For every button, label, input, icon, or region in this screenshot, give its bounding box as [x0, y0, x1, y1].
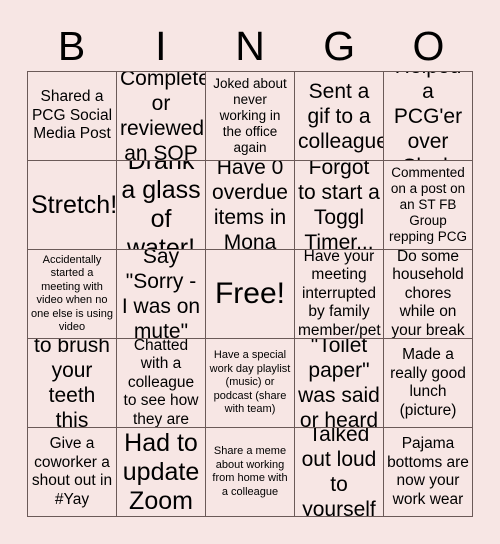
- bingo-cell[interactable]: Chatted with a colleague to see how they…: [117, 339, 206, 428]
- bingo-cell-label: Drank a glass of water!: [121, 161, 201, 250]
- bingo-cell-label: Made a really good lunch (picture): [390, 346, 466, 419]
- bingo-cell-label: Give a coworker a shout out in #Yay: [31, 435, 113, 508]
- bingo-cell[interactable]: Made a really good lunch (picture): [384, 339, 473, 428]
- bingo-cell-label: Forgot to brush your teeth this morning: [34, 339, 110, 428]
- bingo-cell[interactable]: Accidentally started a meeting with vide…: [28, 250, 117, 339]
- bingo-cell[interactable]: Forgot to start a Toggl Timer...: [295, 161, 384, 250]
- bingo-cell-label: Have your meeting interrupted by family …: [298, 250, 381, 339]
- bingo-cell[interactable]: Shared a PCG Social Media Post: [28, 72, 117, 161]
- bingo-cell-label: Chatted with a colleague to see how they…: [123, 339, 199, 428]
- bingo-cell[interactable]: Joked about never working in the office …: [206, 72, 295, 161]
- bingo-cell[interactable]: Drank a glass of water!: [117, 161, 206, 250]
- bingo-card: B I N G O Shared a PCG Social Media Post Comp…: [0, 0, 500, 544]
- bingo-cell-label: Completed or reviewed an SOP: [120, 72, 205, 161]
- bingo-cell-label: Joked about never working in the office …: [213, 76, 287, 155]
- bingo-header-letter-1: I: [155, 23, 167, 69]
- bingo-cell[interactable]: Share a meme about working from home wit…: [206, 428, 295, 517]
- bingo-cell-label: Do some household chores while on your b…: [391, 250, 465, 339]
- bingo-cell-label: Talked out loud to yourself: [301, 428, 377, 517]
- bingo-cell[interactable]: Helped a PCG'er over Slack: [384, 72, 473, 161]
- bingo-grid: Shared a PCG Social Media PostCompleted …: [27, 71, 473, 517]
- bingo-free-space[interactable]: Free!: [206, 250, 295, 339]
- bingo-cell[interactable]: Do some household chores while on your b…: [384, 250, 473, 339]
- bingo-cell[interactable]: Have a special work day playlist (music)…: [206, 339, 295, 428]
- bingo-cell-label: Accidentally started a meeting with vide…: [31, 253, 113, 334]
- bingo-cell-label: "Toilet paper" was said or heard: [298, 339, 380, 428]
- bingo-cell-label: Pajama bottoms are now your work wear: [387, 435, 469, 508]
- bingo-cell[interactable]: "Toilet paper" was said or heard: [295, 339, 384, 428]
- bingo-cell-label: Share a meme about working from home wit…: [212, 445, 288, 498]
- bingo-cell[interactable]: Have your meeting interrupted by family …: [295, 250, 384, 339]
- bingo-header-letter-3: G: [323, 23, 356, 69]
- bingo-cell-label: Say "Sorry - I was on mute": [121, 250, 201, 339]
- bingo-cell-label: Have a special work day playlist (music)…: [209, 349, 291, 416]
- bingo-cell[interactable]: Commented on a post on an ST FB Group re…: [384, 161, 473, 250]
- bingo-cell-label: Stretch!: [31, 190, 117, 219]
- bingo-cell[interactable]: Talked out loud to yourself: [295, 428, 384, 517]
- bingo-cell[interactable]: Give a coworker a shout out in #Yay: [28, 428, 117, 517]
- bingo-cell-label: Forgot to start a Toggl Timer...: [298, 161, 380, 250]
- bingo-cell-label: Sent a gif to a colleague: [298, 79, 384, 153]
- bingo-cell-label: Commented on a post on an ST FB Group re…: [388, 165, 468, 244]
- bingo-header-letter-4: O: [412, 23, 445, 69]
- bingo-header-letter-0: B: [57, 23, 86, 69]
- bingo-cell[interactable]: Forgot to brush your teeth this morning: [28, 339, 117, 428]
- bingo-cell-label: Had to update Zoom: [122, 428, 200, 515]
- bingo-cell[interactable]: Had to update Zoom: [117, 428, 206, 517]
- bingo-cell[interactable]: Sent a gif to a colleague: [295, 72, 384, 161]
- bingo-cell-label: Free!: [214, 277, 286, 310]
- bingo-cell-label: Helped a PCG'er over Slack: [393, 72, 463, 160]
- bingo-cell[interactable]: Stretch!: [28, 161, 117, 250]
- bingo-cell[interactable]: Completed or reviewed an SOP: [117, 72, 206, 161]
- bingo-cell-label: Shared a PCG Social Media Post: [31, 88, 113, 143]
- bingo-header: BINGO: [27, 0, 473, 71]
- bingo-cell-label: Have 0 overdue items in Mona: [212, 161, 288, 250]
- bingo-cell[interactable]: Have 0 overdue items in Mona: [206, 161, 295, 250]
- bingo-cell[interactable]: Pajama bottoms are now your work wear: [384, 428, 473, 517]
- bingo-cell[interactable]: Say "Sorry - I was on mute": [117, 250, 206, 339]
- bingo-header-letter-2: N: [235, 23, 265, 69]
